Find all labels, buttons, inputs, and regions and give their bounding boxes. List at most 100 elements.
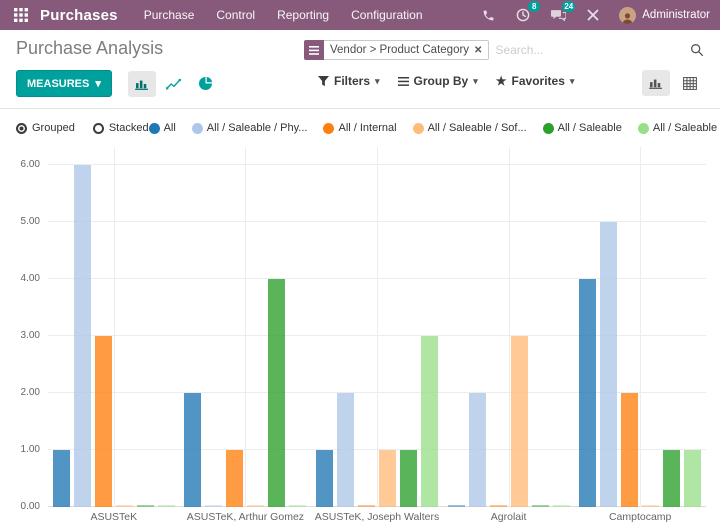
bar[interactable] <box>600 222 617 507</box>
bar[interactable] <box>289 505 306 507</box>
groupby-dropdown[interactable]: Group By▾ <box>398 74 478 88</box>
search-bar: Vendor > Product Category ✕ <box>304 40 704 60</box>
bar[interactable] <box>511 336 528 507</box>
message-badge: 24 <box>562 1 575 12</box>
tools-icon[interactable] <box>584 7 602 23</box>
chevron-down-icon: ▾ <box>95 77 101 90</box>
menu-reporting[interactable]: Reporting <box>277 8 329 22</box>
y-tick-label: 5.00 <box>21 216 40 227</box>
x-axis-label: ASUSTeK, Joseph Walters <box>311 511 443 522</box>
legend-dot-icon <box>638 123 649 134</box>
phone-icon[interactable] <box>479 7 497 23</box>
grid-icon <box>14 8 28 22</box>
legend-item[interactable]: All / Saleable / Phy... <box>192 122 308 134</box>
bar-groups <box>48 147 706 507</box>
pie-chart-button[interactable] <box>192 71 220 97</box>
bar[interactable] <box>379 450 396 507</box>
bar[interactable] <box>421 336 438 507</box>
stacked-radio[interactable]: Stacked <box>93 122 149 134</box>
bar[interactable] <box>247 505 264 507</box>
legend-item[interactable]: All / Saleable / Sof... <box>413 122 527 134</box>
x-axis-label: Camptocamp <box>574 511 706 522</box>
plot-area <box>48 147 706 507</box>
pivot-view-button[interactable] <box>676 70 704 96</box>
search-icon[interactable] <box>690 43 704 57</box>
legend-label: All / Saleable / Phy... <box>207 122 308 134</box>
filters-dropdown[interactable]: Filters▾ <box>318 74 380 88</box>
bar[interactable] <box>663 450 680 507</box>
bar-mode-options: Grouped Stacked <box>16 122 149 134</box>
y-tick-label: 3.00 <box>21 330 40 341</box>
bar[interactable] <box>684 450 701 507</box>
funnel-icon <box>318 76 329 87</box>
bar[interactable] <box>490 505 507 507</box>
menu-configuration[interactable]: Configuration <box>351 8 422 22</box>
legend-dot-icon <box>413 123 424 134</box>
bar[interactable] <box>137 505 154 507</box>
legend-label: All / Saleable <box>558 122 622 134</box>
activity-badge: 8 <box>528 1 540 12</box>
bar[interactable] <box>642 505 659 507</box>
graph-view: Grouped Stacked All All / Saleable / Phy.… <box>0 109 720 522</box>
control-panel: Purchase Analysis Vendor > Product Categ… <box>0 30 720 109</box>
legend-item[interactable]: All / Saleable / Ser... <box>638 122 720 134</box>
measures-button[interactable]: MEASURES▾ <box>16 70 112 97</box>
bar[interactable] <box>184 393 201 507</box>
bar[interactable] <box>553 505 570 507</box>
legend-dot-icon <box>543 123 554 134</box>
bar[interactable] <box>448 505 465 507</box>
bar[interactable] <box>268 279 285 507</box>
y-tick-label: 2.00 <box>21 387 40 398</box>
y-tick-label: 6.00 <box>21 159 40 170</box>
menu-control[interactable]: Control <box>216 8 255 22</box>
bar-group <box>48 147 180 507</box>
bar[interactable] <box>205 505 222 507</box>
bar[interactable] <box>158 505 175 507</box>
bar[interactable] <box>400 450 417 507</box>
groupby-facet-icon <box>304 40 324 60</box>
bar[interactable] <box>95 336 112 507</box>
bar[interactable] <box>337 393 354 507</box>
bar[interactable] <box>532 505 549 507</box>
bar[interactable] <box>469 393 486 507</box>
legend-label: All <box>164 122 176 134</box>
legend-label: All / Saleable / Sof... <box>428 122 527 134</box>
bar[interactable] <box>579 279 596 507</box>
bar[interactable] <box>358 505 375 507</box>
bar[interactable] <box>316 450 333 507</box>
chevron-down-icon: ▾ <box>570 76 575 87</box>
facet-label: Vendor > Product Category <box>330 44 469 56</box>
radio-selected-icon <box>16 123 27 134</box>
legend-item[interactable]: All / Internal <box>323 122 396 134</box>
app-name[interactable]: Purchases <box>40 7 118 24</box>
search-facet[interactable]: Vendor > Product Category ✕ <box>304 40 489 60</box>
menu-purchase[interactable]: Purchase <box>144 8 195 22</box>
favorites-dropdown[interactable]: ★ Favorites▾ <box>496 74 575 88</box>
legend-label: All / Saleable / Ser... <box>653 122 720 134</box>
apps-menu-icon[interactable] <box>10 4 32 26</box>
bar[interactable] <box>116 505 133 507</box>
activities-clock-icon[interactable]: 8 <box>514 7 532 23</box>
search-input[interactable] <box>489 41 690 59</box>
bar[interactable] <box>226 450 243 507</box>
facet-remove-icon[interactable]: ✕ <box>474 45 482 56</box>
systray: 8 24 Administrator <box>479 7 710 24</box>
y-tick-label: 4.00 <box>21 273 40 284</box>
x-axis: ASUSTeKASUSTeK, Arthur GomezASUSTeK, Jos… <box>48 511 706 522</box>
grouped-radio[interactable]: Grouped <box>16 122 75 134</box>
user-menu[interactable]: Administrator <box>619 7 710 24</box>
x-axis-label: ASUSTeK, Arthur Gomez <box>180 511 312 522</box>
bar[interactable] <box>74 165 91 507</box>
x-axis-label: ASUSTeK <box>48 511 180 522</box>
legend-item[interactable]: All <box>149 122 176 134</box>
bar-chart-button[interactable] <box>128 71 156 97</box>
messages-chat-icon[interactable]: 24 <box>549 7 567 23</box>
bar[interactable] <box>621 393 638 507</box>
graph-view-button[interactable] <box>642 70 670 96</box>
bar[interactable] <box>53 450 70 507</box>
view-switcher <box>642 70 704 96</box>
radio-unselected-icon <box>93 123 104 134</box>
legend-item[interactable]: All / Saleable <box>543 122 622 134</box>
line-chart-button[interactable] <box>160 71 188 97</box>
chevron-down-icon: ▾ <box>375 76 380 87</box>
